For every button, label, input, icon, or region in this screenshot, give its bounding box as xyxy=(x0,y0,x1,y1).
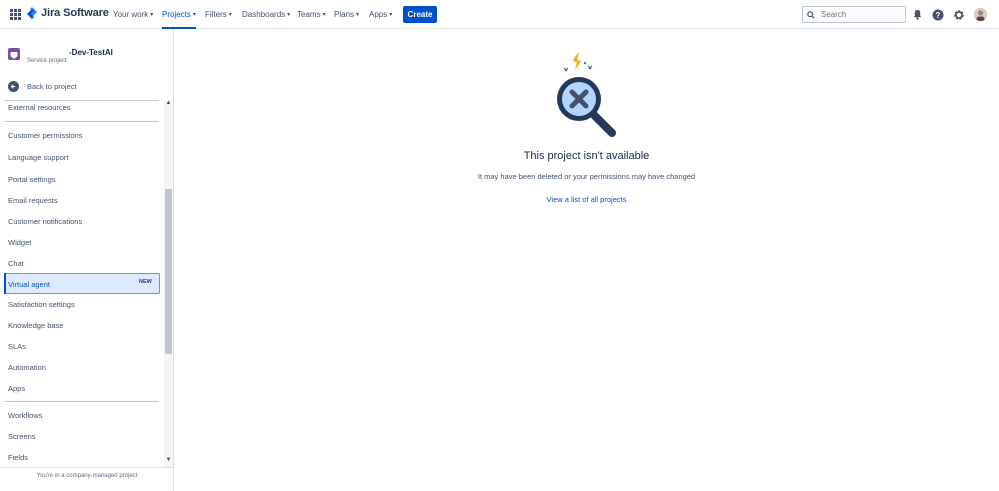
logo-text: Jira Software xyxy=(41,7,109,19)
sidebar-item-label: Virtual agent xyxy=(8,280,50,289)
chevron-down-icon: ▾ xyxy=(287,12,291,18)
selected-indicator xyxy=(4,273,6,294)
sidebar-item-portal-settings[interactable]: Portal settings xyxy=(8,175,56,184)
sidebar-item-language-support[interactable]: Language support xyxy=(8,153,68,162)
jira-logo-icon xyxy=(27,7,37,19)
search-icon xyxy=(807,10,815,19)
scroll-down-arrow-icon[interactable]: ▼ xyxy=(165,457,172,463)
nav-label: Teams xyxy=(297,10,321,19)
sidebar-item-apps[interactable]: Apps xyxy=(8,384,25,393)
nav-dashboards[interactable]: Dashboards ▾ xyxy=(242,0,290,29)
sidebar-item-widget[interactable]: Widget xyxy=(8,238,31,247)
nav-your-work[interactable]: Your work ▾ xyxy=(113,0,153,29)
back-label: Back to project xyxy=(27,82,77,91)
sidebar-item-satisfaction-settings[interactable]: Satisfaction settings xyxy=(8,300,75,309)
project-settings-sidebar: -Dev-TestAI Service project Back to proj… xyxy=(0,29,174,491)
project-header[interactable]: -Dev-TestAI Service project xyxy=(8,48,168,68)
sidebar-item-chat[interactable]: Chat xyxy=(8,259,24,268)
sidebar-item-automation[interactable]: Automation xyxy=(8,363,46,372)
chevron-down-icon: ▾ xyxy=(322,12,326,18)
sidebar-item-screens[interactable]: Screens xyxy=(8,432,36,441)
nav-plans[interactable]: Plans ▾ xyxy=(334,0,359,29)
chevron-down-icon: ▾ xyxy=(150,12,154,18)
user-avatar[interactable] xyxy=(974,8,987,21)
chevron-down-icon: ▾ xyxy=(192,12,196,18)
nav-label: Apps xyxy=(369,10,388,19)
nav-apps[interactable]: Apps ▾ xyxy=(369,0,392,29)
sidebar-item-customer-permissions[interactable]: Customer permissions xyxy=(8,131,83,140)
sidebar-item-fields[interactable]: Fields xyxy=(8,453,28,462)
chevron-down-icon: ▾ xyxy=(228,12,232,18)
svg-text:?: ? xyxy=(935,11,940,20)
scroll-up-arrow-icon[interactable]: ▲ xyxy=(165,100,172,106)
project-avatar-icon xyxy=(8,48,20,60)
nav-teams[interactable]: Teams ▾ xyxy=(297,0,326,29)
project-type: Service project xyxy=(27,58,67,64)
nav-projects[interactable]: Projects ▾ xyxy=(162,0,196,29)
divider xyxy=(4,121,159,122)
settings-gear-icon[interactable] xyxy=(952,8,965,21)
search-input[interactable] xyxy=(821,10,901,19)
notifications-icon[interactable] xyxy=(911,8,924,21)
magnifier-x-icon xyxy=(551,52,621,140)
divider xyxy=(4,401,159,402)
sidebar-item-external-resources[interactable]: External resources xyxy=(8,103,71,112)
sidebar-item-customer-notifications[interactable]: Customer notifications xyxy=(8,217,82,226)
sidebar-item-workflows[interactable]: Workflows xyxy=(8,411,42,420)
company-managed-note: You're in a company-managed project xyxy=(0,467,174,491)
view-all-projects-link[interactable]: View a list of all projects xyxy=(174,195,999,204)
nav-label: Dashboards xyxy=(242,10,286,19)
top-navigation: Jira Software Your work ▾ Projects ▾ Filte… xyxy=(0,0,999,29)
nav-label: Your work xyxy=(113,10,149,19)
nav-label: Projects xyxy=(162,10,191,19)
jira-logo[interactable]: Jira Software xyxy=(27,7,109,19)
scrollbar-thumb[interactable] xyxy=(165,189,172,354)
sidebar-item-knowledge-base[interactable]: Knowledge base xyxy=(8,321,63,330)
project-name: -Dev-TestAI xyxy=(69,48,113,57)
nav-label: Filters xyxy=(205,10,227,19)
arrow-left-icon xyxy=(8,81,19,92)
sidebar-item-email-requests[interactable]: Email requests xyxy=(8,196,58,205)
nav-filters[interactable]: Filters ▾ xyxy=(205,0,232,29)
sidebar-item-slas[interactable]: SLAs xyxy=(8,342,26,351)
new-badge: NEW xyxy=(139,279,152,285)
app-switcher-icon[interactable] xyxy=(10,9,21,20)
help-icon[interactable]: ? xyxy=(931,8,944,21)
back-to-project-link[interactable]: Back to project xyxy=(8,81,77,92)
error-description: It may have been deleted or your permiss… xyxy=(477,172,696,181)
nav-label: Plans xyxy=(334,10,355,19)
chevron-down-icon: ▾ xyxy=(389,12,393,18)
divider xyxy=(4,100,159,101)
search-box[interactable] xyxy=(802,6,906,23)
chevron-down-icon: ▾ xyxy=(356,12,360,18)
create-button[interactable]: Create xyxy=(403,6,437,23)
page-title: This project isn't available xyxy=(523,150,650,162)
